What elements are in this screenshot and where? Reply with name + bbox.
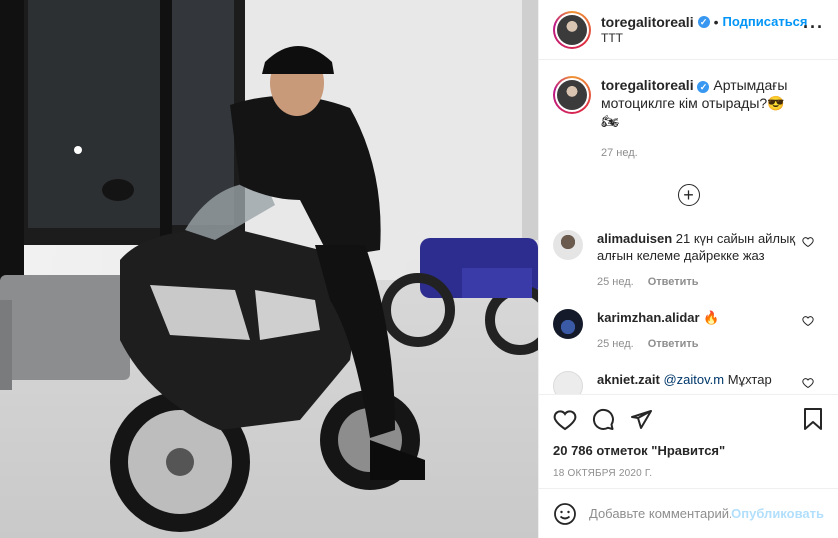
caption-avatar[interactable]: [553, 76, 591, 114]
comment-text: 🔥: [703, 310, 720, 325]
emoji-icon[interactable]: [553, 502, 577, 526]
post-panel: toregalitoreali ✓ • Подписаться TTT ··· …: [538, 0, 838, 538]
comment-input[interactable]: Добавьте комментарий...: [589, 506, 731, 521]
verified-badge-icon: ✓: [697, 81, 710, 93]
comment-like-heart-icon[interactable]: [802, 377, 814, 389]
post-header: toregalitoreali ✓ • Подписаться TTT ···: [539, 0, 838, 60]
like-count[interactable]: 20 786 отметок "Нравится": [553, 443, 824, 458]
heart-icon[interactable]: [553, 408, 577, 432]
author-username[interactable]: toregalitoreali: [601, 14, 694, 30]
share-icon[interactable]: [629, 408, 653, 432]
add-comment-bar: Добавьте комментарий... Опубликовать: [539, 488, 838, 538]
author-avatar[interactable]: [553, 10, 591, 49]
comment-item: akniet.zait @zaitov.m Мұхтар отырады...: [553, 371, 824, 394]
comment-username[interactable]: karimzhan.alidar: [597, 310, 700, 325]
post-actions: 20 786 отметок "Нравится" 18 ОКТЯБРЯ 202…: [539, 394, 838, 488]
motorcycle-photo: [0, 0, 538, 538]
comment-icon[interactable]: [591, 408, 615, 432]
comment-item: karimzhan.alidar 🔥 25 нед. Ответить: [553, 309, 824, 353]
comment-mention[interactable]: @zaitov.m: [663, 372, 724, 387]
post-photo[interactable]: [0, 0, 538, 538]
caption-username[interactable]: toregalitoreali: [601, 77, 694, 93]
comments-list[interactable]: toregalitoreali ✓ Артымдағы мотоциклге к…: [539, 60, 838, 394]
comment-age[interactable]: 25 нед.: [597, 338, 634, 350]
post-location[interactable]: TTT: [601, 30, 808, 46]
post-date[interactable]: 18 ОКТЯБРЯ 2020 Г.: [553, 468, 824, 479]
commenter-avatar[interactable]: [553, 371, 583, 394]
publish-button[interactable]: Опубликовать: [731, 506, 824, 521]
commenter-avatar[interactable]: [553, 309, 583, 339]
comment-like-heart-icon[interactable]: [802, 315, 814, 327]
plus-icon: +: [677, 184, 700, 206]
more-icon[interactable]: ···: [803, 17, 824, 38]
comment-like-heart-icon[interactable]: [802, 236, 814, 248]
reply-button[interactable]: Ответить: [648, 276, 699, 288]
load-more-comments-button[interactable]: +: [553, 184, 824, 206]
post-caption: toregalitoreali ✓ Артымдағы мотоциклге к…: [553, 76, 824, 162]
comment-item: alimaduisen 21 күн сайын айлық алғын кел…: [553, 230, 824, 291]
bookmark-icon[interactable]: [802, 407, 824, 431]
caption-age[interactable]: 27 нед.: [601, 144, 801, 162]
verified-badge-icon: ✓: [697, 15, 710, 28]
commenter-avatar[interactable]: [553, 230, 583, 260]
instagram-post: toregalitoreali ✓ • Подписаться TTT ··· …: [0, 0, 838, 538]
separator-dot: •: [713, 13, 719, 30]
comment-username[interactable]: akniet.zait: [597, 372, 660, 387]
comment-age[interactable]: 25 нед.: [597, 276, 634, 288]
comment-username[interactable]: alimaduisen: [597, 231, 672, 246]
reply-button[interactable]: Ответить: [648, 338, 699, 350]
follow-button[interactable]: Подписаться: [723, 14, 808, 30]
